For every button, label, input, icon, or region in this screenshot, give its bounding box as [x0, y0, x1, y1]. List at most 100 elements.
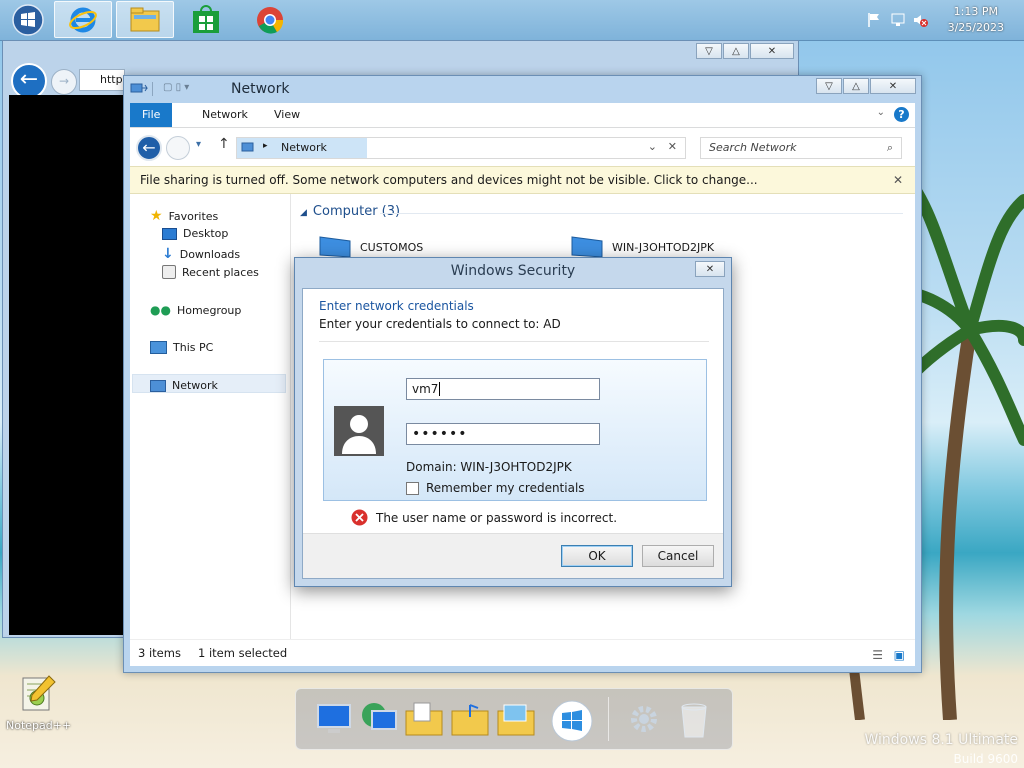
clock[interactable]: 1:13 PM 3/25/2023 [948, 4, 1004, 36]
ie-address-bar[interactable]: http [79, 69, 125, 91]
back-button[interactable]: ← [136, 135, 162, 161]
recent-places-icon [162, 265, 176, 279]
volume-muted-icon[interactable] [912, 12, 928, 28]
infobar-close-icon[interactable]: ✕ [893, 167, 903, 194]
credential-tile[interactable]: vm7 •••••• Domain: WIN-J3OHTOD2JPK Remem… [323, 359, 707, 501]
forward-button[interactable] [166, 136, 190, 160]
ie-maximize-button[interactable]: △ [723, 43, 749, 59]
network-icon [150, 379, 166, 392]
taskbar-ie-button[interactable] [54, 1, 112, 38]
help-icon[interactable]: ? [894, 107, 909, 122]
remember-checkbox[interactable] [406, 481, 419, 495]
recent-locations-icon[interactable]: ▾ [196, 139, 201, 150]
up-button[interactable]: ↑ [218, 136, 230, 152]
dock-recycle-bin-icon[interactable] [674, 699, 714, 739]
dialog-title: Windows Security [450, 263, 576, 279]
dock-start-icon[interactable] [550, 699, 593, 742]
nav-downloads[interactable]: ↓ Downloads [162, 246, 240, 262]
ribbon: File Network View ⌄ ? [130, 103, 915, 128]
dock [295, 688, 733, 750]
group-header-computer[interactable]: ◢ Computer (3) [300, 204, 400, 219]
notepad-plus-plus-icon [22, 675, 56, 711]
ie-back-button[interactable]: ← [11, 63, 47, 99]
address-row: ← ▾ ↑ ▸ Network ⌄ ✕ Search Network ⌕ [130, 128, 915, 166]
notepad-label: Notepad++ [6, 719, 72, 732]
password-value: •••••• [412, 426, 468, 442]
network-tray-icon[interactable] [890, 12, 906, 28]
quick-access-toolbar[interactable]: ▢ ▯ ▾ [152, 82, 201, 96]
nav-recent-places[interactable]: Recent places [162, 265, 259, 279]
dock-pictures-icon[interactable] [496, 699, 536, 739]
windows-security-dialog[interactable]: Windows Security ✕ Enter network credent… [294, 257, 732, 587]
dock-music-icon[interactable] [450, 699, 490, 739]
dock-computer-icon[interactable] [314, 699, 354, 739]
ok-button[interactable]: OK [561, 545, 633, 567]
ie-close-button[interactable]: ✕ [750, 43, 794, 59]
nav-homegroup[interactable]: ●● Homegroup [150, 303, 241, 317]
explorer-close-button[interactable]: ✕ [870, 78, 916, 94]
collapse-icon: ◢ [300, 208, 307, 218]
navigation-pane: ★ Favorites Desktop ↓ Downloads Recent p… [130, 194, 291, 640]
username-input[interactable]: vm7 [406, 378, 600, 400]
error-text: The user name or password is incorrect. [376, 510, 618, 525]
nav-desktop[interactable]: Desktop [162, 227, 228, 240]
nav-recent-label: Recent places [182, 265, 259, 279]
dock-settings-icon[interactable] [624, 699, 664, 739]
ie-minimize-button[interactable]: ▽ [696, 43, 722, 59]
clock-date: 3/25/2023 [947, 21, 1004, 34]
nav-network[interactable]: Network [150, 379, 218, 392]
flag-icon[interactable] [866, 12, 882, 28]
search-input[interactable]: Search Network ⌕ [700, 137, 902, 159]
username-value: vm7 [412, 382, 439, 396]
large-icons-view-icon[interactable]: ▣ [894, 642, 905, 668]
dialog-footer: OK Cancel [303, 533, 723, 578]
dock-network-icon[interactable] [358, 699, 398, 739]
folder-icon [130, 7, 160, 31]
ie-forward-button[interactable]: → [51, 69, 77, 95]
cancel-button[interactable]: Cancel [642, 545, 714, 567]
chrome-icon [257, 6, 284, 34]
start-button[interactable] [0, 1, 56, 38]
file-sharing-infobar[interactable]: File sharing is turned off. Some network… [130, 166, 915, 194]
explorer-title: Network [231, 81, 290, 97]
remember-label: Remember my credentials [426, 481, 585, 495]
network-address-icon [241, 142, 254, 152]
nav-desktop-label: Desktop [183, 227, 229, 240]
status-bar: 3 items 1 item selected ☰ ▣ [130, 639, 915, 666]
dialog-close-button[interactable]: ✕ [695, 261, 725, 277]
nav-thispc-label: This PC [173, 341, 214, 354]
ribbon-expand-icon[interactable]: ⌄ [877, 107, 885, 118]
address-text: Network [281, 141, 327, 154]
remember-credentials[interactable]: Remember my credentials [406, 481, 585, 495]
tab-view[interactable]: View [262, 103, 312, 127]
group-header-label: Computer (3) [312, 204, 401, 219]
tab-network[interactable]: Network [190, 103, 260, 127]
nav-this-pc[interactable]: This PC [150, 341, 213, 354]
taskbar-chrome-button[interactable] [242, 1, 298, 38]
tab-file[interactable]: File [130, 103, 173, 127]
dock-documents-icon[interactable] [404, 699, 444, 739]
ie-address-text: http [100, 73, 123, 86]
computer-icon [150, 341, 167, 354]
address-dropdown-icon[interactable]: ⌄ [648, 140, 657, 153]
dialog-heading: Enter network credentials [319, 299, 474, 313]
star-icon: ★ [150, 208, 163, 224]
explorer-minimize-button[interactable]: ▽ [816, 78, 842, 94]
status-selected: 1 item selected [198, 646, 288, 660]
infobar-text: File sharing is turned off. Some network… [140, 173, 758, 187]
taskbar-explorer-button[interactable] [116, 1, 174, 38]
dialog-subheading: Enter your credentials to connect to: AD [319, 317, 561, 331]
explorer-maximize-button[interactable]: △ [843, 78, 869, 94]
desktop-icon-notepadpp[interactable]: Notepad++ [6, 672, 72, 732]
taskbar: 1:13 PM 3/25/2023 [0, 0, 1024, 41]
windows-logo-icon [12, 3, 44, 36]
address-clear-icon[interactable]: ✕ [668, 140, 677, 153]
status-items: 3 items [138, 646, 181, 660]
address-bar[interactable]: ▸ Network ⌄ ✕ [236, 137, 686, 159]
taskbar-store-button[interactable] [178, 1, 234, 38]
breadcrumb-chevron-icon[interactable]: ▸ [263, 141, 268, 151]
details-view-icon[interactable]: ☰ [872, 642, 883, 668]
computer-name: WIN-J3OHTOD2JPK [612, 240, 715, 254]
nav-favorites[interactable]: ★ Favorites [150, 208, 218, 224]
password-input[interactable]: •••••• [406, 423, 600, 445]
